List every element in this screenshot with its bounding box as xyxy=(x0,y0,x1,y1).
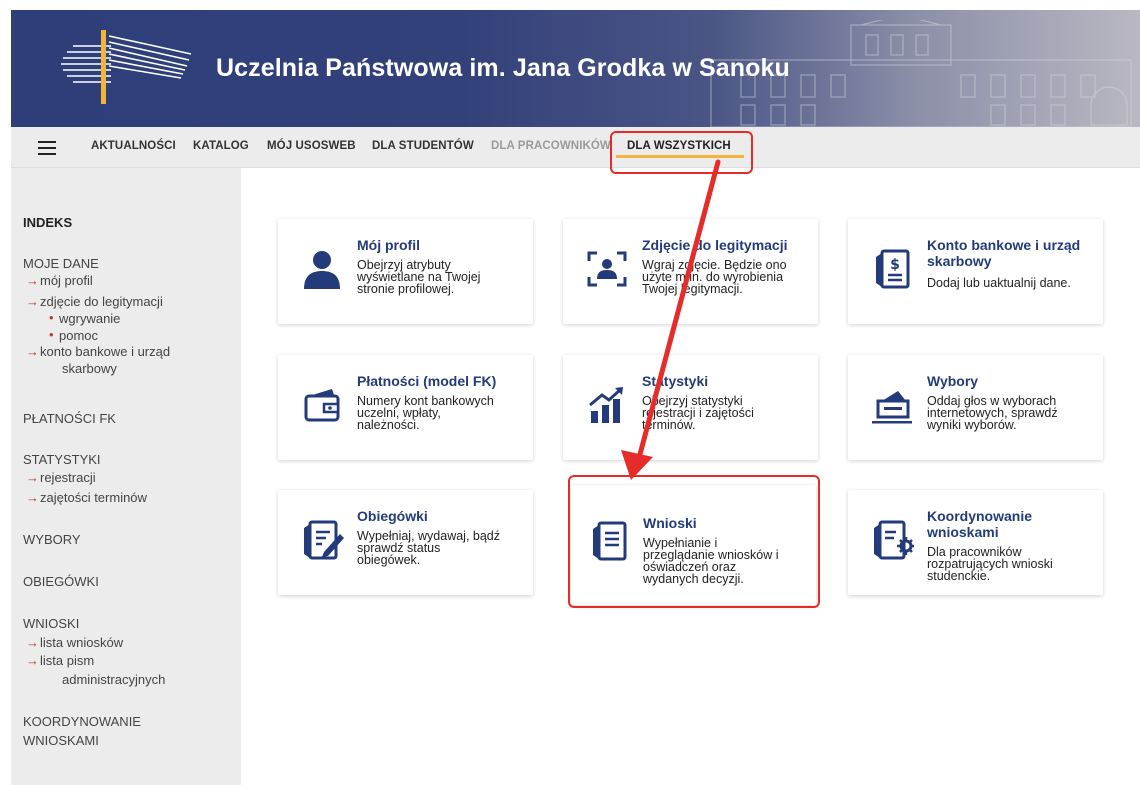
sidebar-moje-dane[interactable]: MOJE DANE xyxy=(23,256,99,271)
nav-moj-usosweb[interactable]: MÓJ USOSWEB xyxy=(267,140,356,152)
sidebar: INDEKS MOJE DANE → mój profil → zdjęcie do… xyxy=(11,168,241,785)
card-title: Mój profil xyxy=(357,237,420,253)
card-title: Wybory xyxy=(927,373,979,389)
card-title-line: wnioskami xyxy=(927,524,999,540)
sidebar-link-label: rejestracji xyxy=(40,470,96,485)
user-icon xyxy=(304,251,340,289)
nav-dla-studentow[interactable]: DLA STUDENTÓW xyxy=(372,140,474,152)
card-title: Statystyki xyxy=(642,373,709,389)
arrow-right-icon: → xyxy=(26,344,39,359)
arrow-right-icon: → xyxy=(26,653,39,668)
sidebar-statystyki[interactable]: STATYSTYKI xyxy=(23,452,101,467)
university-logo[interactable] xyxy=(51,24,201,108)
sidebar-indeks[interactable]: INDEKS xyxy=(23,215,72,230)
card-desc-line: Dodaj lub uaktualnij dane. xyxy=(927,276,1071,290)
sidebar-platnosci[interactable]: PŁATNOŚCI FK xyxy=(23,411,116,426)
card-desc-line: należności. xyxy=(357,418,420,432)
arrow-right-icon: → xyxy=(26,273,39,288)
sidebar-wybory[interactable]: WYBORY xyxy=(23,532,81,547)
card-wybory[interactable]: Wybory Oddaj głos w wyborach internetowy… xyxy=(848,355,1103,460)
sidebar-link-rejestracji[interactable]: → rejestracji xyxy=(26,470,96,485)
sidebar-link-zdjecie[interactable]: → zdjęcie do legitymacji xyxy=(26,294,163,309)
nav-dla-pracownikow[interactable]: DLA PRACOWNIKÓW xyxy=(491,140,611,152)
card-platnosci[interactable]: Płatności (model FK) Numery kont bankowy… xyxy=(278,355,533,460)
card-desc-line: terminów. xyxy=(642,418,696,432)
card-title: Zdjęcie do legitymacji xyxy=(642,237,788,253)
photo-frame-icon xyxy=(587,251,627,287)
hamburger-menu-icon[interactable] xyxy=(38,141,56,155)
main-nav: AKTUALNOŚCI KATALOG MÓJ USOSWEB DLA STUD… xyxy=(11,127,1140,168)
arrow-right-icon: → xyxy=(26,490,39,505)
arrow-right-icon: → xyxy=(26,635,39,650)
card-konto-bankowe[interactable]: $ Konto bankowe i urząd skarbowy Dodaj l… xyxy=(848,219,1103,324)
card-desc-line: obiegówek. xyxy=(357,553,421,567)
card-desc-line: Twojej legitymacji. xyxy=(642,282,743,296)
ballot-box-icon xyxy=(872,391,912,424)
sidebar-link-lista-pism-cont[interactable]: administracyjnych xyxy=(62,672,165,687)
sidebar-sub-label: wgrywanie xyxy=(59,311,121,326)
sidebar-link-moj-profil[interactable]: → mój profil xyxy=(26,273,93,288)
sidebar-koordynowanie[interactable]: KOORDYNOWANIE xyxy=(23,714,141,729)
sidebar-link-lista-pism[interactable]: → lista pism xyxy=(26,653,95,668)
page-frame: Uczelnia Państwowa im. Jana Grodka w San… xyxy=(11,10,1140,785)
bullet-icon: • xyxy=(49,310,54,325)
nav-katalog[interactable]: KATALOG xyxy=(193,140,249,152)
bank-document-icon: $ xyxy=(876,249,910,289)
card-desc-line: studenckie. xyxy=(927,569,991,583)
nav-aktualnosci[interactable]: AKTUALNOŚCI xyxy=(91,140,176,152)
sidebar-sub-pomoc[interactable]: • pomoc xyxy=(49,327,99,343)
annotation-highlight-nav xyxy=(610,131,753,174)
sidebar-link-lista-wnioskow[interactable]: → lista wniosków xyxy=(26,635,124,650)
card-koordynowanie[interactable]: Koordynowanie wnioskami Dla pracowników … xyxy=(848,490,1103,595)
card-title-line: skarbowy xyxy=(927,253,992,269)
card-statystyki[interactable]: Statystyki Obejrzyj statystyki rejestrac… xyxy=(563,355,818,460)
sidebar-link-label: zajętości terminów xyxy=(40,490,147,505)
document-gear-icon xyxy=(874,520,914,560)
annotation-highlight-wnioski xyxy=(568,475,820,608)
card-desc-line: wyniki wyborów. xyxy=(927,418,1017,432)
card-zdjecie[interactable]: Zdjęcie do legitymacji Wgraj zdjęcie. Bę… xyxy=(563,219,818,324)
sidebar-sub-label: pomoc xyxy=(59,328,99,343)
sidebar-link-label: zdjęcie do legitymacji xyxy=(40,294,163,309)
arrow-right-icon: → xyxy=(26,294,39,309)
wallet-icon xyxy=(304,389,340,422)
site-title[interactable]: Uczelnia Państwowa im. Jana Grodka w San… xyxy=(216,54,790,83)
card-title: Obiegówki xyxy=(357,508,428,524)
site-header: Uczelnia Państwowa im. Jana Grodka w San… xyxy=(11,10,1140,127)
sidebar-link-label: lista wniosków xyxy=(40,635,124,650)
document-edit-icon xyxy=(304,520,344,560)
card-desc-line: stronie profilowej. xyxy=(357,282,455,296)
sidebar-sub-wgrywanie[interactable]: • wgrywanie xyxy=(49,310,121,326)
sidebar-link-konto[interactable]: → konto bankowe i urząd xyxy=(26,344,171,359)
sidebar-obiegowki[interactable]: OBIEGÓWKI xyxy=(23,574,99,589)
sidebar-link-konto-cont[interactable]: skarbowy xyxy=(62,361,117,376)
bullet-icon: • xyxy=(49,327,54,342)
card-moj-profil[interactable]: Mój profil Obejrzyj atrybuty wyświetlane… xyxy=(278,219,533,324)
sidebar-wnioski[interactable]: WNIOSKI xyxy=(23,616,79,631)
sidebar-koordynowanie-cont[interactable]: WNIOSKAMI xyxy=(23,733,99,748)
arrow-right-icon: → xyxy=(26,470,39,485)
sidebar-link-label: lista pism xyxy=(40,653,95,668)
card-title-line: Koordynowanie xyxy=(927,508,1033,524)
sidebar-link-zajetosci[interactable]: → zajętości terminów xyxy=(26,490,147,505)
card-obiegowki[interactable]: Obiegówki Wypełniaj, wydawaj, bądź spraw… xyxy=(278,490,533,595)
card-title: Płatności (model FK) xyxy=(357,373,497,389)
chart-icon xyxy=(589,387,623,423)
svg-text:$: $ xyxy=(890,257,900,273)
card-title-line: Konto bankowe i urząd xyxy=(927,237,1081,253)
sidebar-link-label: mój profil xyxy=(40,273,93,288)
sidebar-link-label: konto bankowe i urząd xyxy=(40,344,171,359)
